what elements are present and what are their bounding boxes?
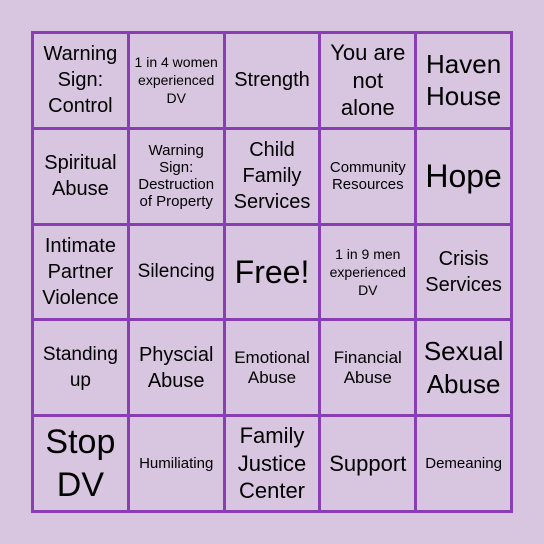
bingo-cell[interactable]: Standing up xyxy=(34,321,127,415)
bingo-board: Warning Sign: Control 1 in 4 women exper… xyxy=(31,31,513,513)
bingo-cell[interactable]: Sexual Abuse xyxy=(417,321,510,415)
bingo-cell[interactable]: 1 in 9 men experienced DV xyxy=(321,225,415,319)
bingo-cell[interactable]: 1 in 4 women experienced DV xyxy=(129,34,223,127)
bingo-cell[interactable]: Financial Abuse xyxy=(321,321,415,415)
bingo-cell[interactable]: Emotional Abuse xyxy=(225,321,319,415)
bingo-cell[interactable]: Warning Sign: Control xyxy=(34,34,127,127)
bingo-cell[interactable]: Support xyxy=(321,417,415,510)
bingo-cell[interactable]: Crisis Services xyxy=(417,225,510,319)
bingo-cell[interactable]: Family Justice Center xyxy=(225,417,319,510)
bingo-cell[interactable]: Haven House xyxy=(417,34,510,127)
bingo-cell[interactable]: Stop DV xyxy=(34,417,127,510)
bingo-cell[interactable]: Strength xyxy=(225,34,319,127)
bingo-cell[interactable]: Physcial Abuse xyxy=(129,321,223,415)
free-space[interactable]: Free! xyxy=(225,225,319,319)
bingo-cell[interactable]: Community Resources xyxy=(321,129,415,223)
bingo-cell[interactable]: Hope xyxy=(417,129,510,223)
bingo-cell[interactable]: You are not alone xyxy=(321,34,415,127)
bingo-cell[interactable]: Intimate Partner Violence xyxy=(34,225,127,319)
bingo-cell[interactable]: Silencing xyxy=(129,225,223,319)
bingo-cell[interactable]: Spiritual Abuse xyxy=(34,129,127,223)
bingo-cell[interactable]: Demeaning xyxy=(417,417,510,510)
bingo-cell[interactable]: Child Family Services xyxy=(225,129,319,223)
bingo-cell[interactable]: Warning Sign: Destruction of Property xyxy=(129,129,223,223)
bingo-cell[interactable]: Humiliating xyxy=(129,417,223,510)
